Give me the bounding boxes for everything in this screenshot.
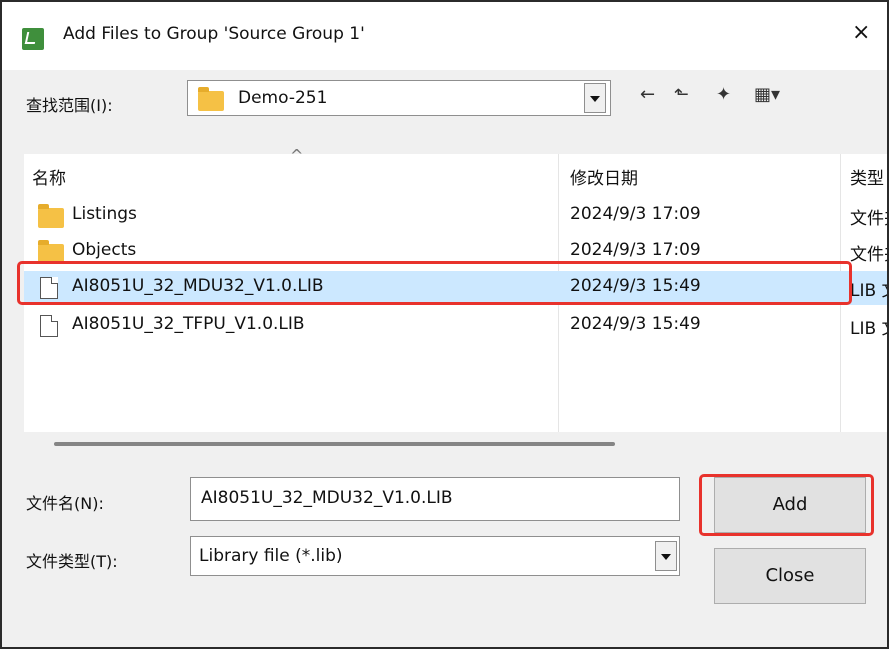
look-in-value: Demo-251 <box>238 88 328 108</box>
file-name: Objects <box>72 240 137 260</box>
folder-icon <box>38 204 64 228</box>
add-files-dialog: Add Files to Group 'Source Group 1' × 查找… <box>0 0 889 649</box>
keil-app-icon <box>22 28 44 50</box>
look-in-combo[interactable]: Demo-251 <box>187 80 611 116</box>
view-menu-icon[interactable]: ▦▾ <box>754 84 780 106</box>
selected-file-highlight <box>17 261 852 305</box>
filetype-dropdown-button[interactable] <box>655 541 677 571</box>
look-in-label: 查找范围(I): <box>26 96 113 115</box>
title-bar: Add Files to Group 'Source Group 1' × <box>2 2 887 70</box>
horizontal-scrollbar[interactable] <box>54 442 615 446</box>
column-header-type[interactable]: 类型 <box>850 164 887 189</box>
filetype-value: Library file (*.lib) <box>199 546 343 566</box>
sort-ascending-icon: ^ <box>290 146 304 165</box>
file-type: LIB 文件 <box>850 281 887 301</box>
file-type: LIB 文件 <box>850 319 887 339</box>
add-button-highlight <box>699 474 874 536</box>
new-folder-icon[interactable]: ✦ <box>716 84 731 106</box>
column-header-name[interactable]: 名称 <box>32 164 66 189</box>
file-type: 文件夹 <box>850 209 887 229</box>
file-row-listings[interactable]: Listings 2024/9/3 17:09 文件夹 <box>24 199 887 233</box>
filetype-label: 文件类型(T): <box>26 552 118 571</box>
file-name: AI8051U_32_TFPU_V1.0.LIB <box>72 314 305 334</box>
close-button[interactable]: Close <box>714 548 866 604</box>
filename-value: AI8051U_32_MDU32_V1.0.LIB <box>201 488 453 508</box>
back-icon[interactable]: ← <box>640 84 655 106</box>
file-date: 2024/9/3 15:49 <box>570 314 701 334</box>
file-row-tfpu[interactable]: AI8051U_32_TFPU_V1.0.LIB 2024/9/3 15:49 … <box>24 309 887 343</box>
file-date: 2024/9/3 17:09 <box>570 204 701 224</box>
file-type: 文件夹 <box>850 245 887 265</box>
column-header-date[interactable]: 修改日期 <box>570 164 638 189</box>
close-icon[interactable]: × <box>852 20 870 45</box>
look-in-dropdown-button[interactable] <box>584 83 606 113</box>
filename-label: 文件名(N): <box>26 494 104 513</box>
file-date: 2024/9/3 17:09 <box>570 240 701 260</box>
file-icon <box>40 315 58 337</box>
file-name: Listings <box>72 204 137 224</box>
dialog-title: Add Files to Group 'Source Group 1' <box>63 24 365 44</box>
filetype-select[interactable]: Library file (*.lib) <box>190 536 680 576</box>
folder-icon <box>198 87 224 111</box>
filename-input[interactable]: AI8051U_32_MDU32_V1.0.LIB <box>190 477 680 521</box>
up-folder-icon[interactable]: ⬑ <box>674 84 689 106</box>
